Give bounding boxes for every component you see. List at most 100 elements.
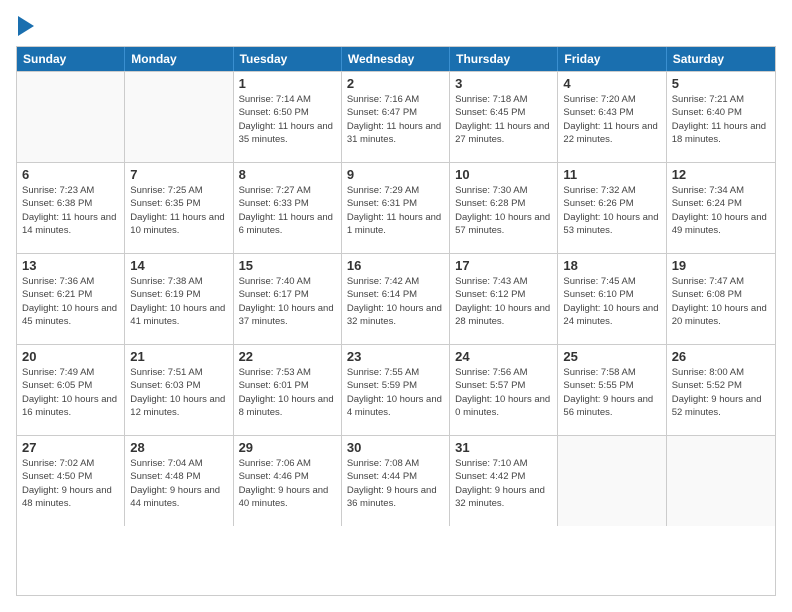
day-info: Sunrise: 7:42 AMSunset: 6:14 PMDaylight:…	[347, 275, 444, 328]
cal-week-2: 6 Sunrise: 7:23 AMSunset: 6:38 PMDaylight…	[17, 162, 775, 253]
cal-cell: 5 Sunrise: 7:21 AMSunset: 6:40 PMDaylight…	[667, 72, 775, 162]
day-info: Sunrise: 7:36 AMSunset: 6:21 PMDaylight:…	[22, 275, 119, 328]
day-number: 27	[22, 440, 119, 455]
day-number: 24	[455, 349, 552, 364]
day-number: 29	[239, 440, 336, 455]
day-number: 17	[455, 258, 552, 273]
day-info: Sunrise: 7:32 AMSunset: 6:26 PMDaylight:…	[563, 184, 660, 237]
day-info: Sunrise: 7:10 AMSunset: 4:42 PMDaylight:…	[455, 457, 552, 510]
day-info: Sunrise: 7:56 AMSunset: 5:57 PMDaylight:…	[455, 366, 552, 419]
cal-header-saturday: Saturday	[667, 47, 775, 71]
day-number: 3	[455, 76, 552, 91]
day-number: 25	[563, 349, 660, 364]
cal-cell: 1Sunrise: 7:14 AMSunset: 6:50 PMDaylight…	[234, 72, 342, 162]
day-number: 14	[130, 258, 227, 273]
day-info: Sunrise: 7:55 AMSunset: 5:59 PMDaylight:…	[347, 366, 444, 419]
day-number: 31	[455, 440, 552, 455]
cal-cell: 10 Sunrise: 7:30 AMSunset: 6:28 PMDayligh…	[450, 163, 558, 253]
day-info: Sunrise: 7:30 AMSunset: 6:28 PMDaylight:…	[455, 184, 552, 237]
cal-cell: 16Sunrise: 7:42 AMSunset: 6:14 PMDayligh…	[342, 254, 450, 344]
cal-cell: 3Sunrise: 7:18 AMSunset: 6:45 PMDaylight…	[450, 72, 558, 162]
day-info: Sunrise: 7:51 AMSunset: 6:03 PMDaylight:…	[130, 366, 227, 419]
day-info: Sunrise: 7:21 AMSunset: 6:40 PMDaylight:…	[672, 93, 770, 146]
cal-cell: 26 Sunrise: 8:00 AMSunset: 5:52 PMDayligh…	[667, 345, 775, 435]
cal-cell: 2 Sunrise: 7:16 AMSunset: 6:47 PMDaylight…	[342, 72, 450, 162]
cal-cell: 24 Sunrise: 7:56 AMSunset: 5:57 PMDayligh…	[450, 345, 558, 435]
cal-cell: 6 Sunrise: 7:23 AMSunset: 6:38 PMDaylight…	[17, 163, 125, 253]
day-info: Sunrise: 7:20 AMSunset: 6:43 PMDaylight:…	[563, 93, 660, 146]
day-number: 6	[22, 167, 119, 182]
day-number: 30	[347, 440, 444, 455]
calendar: SundayMondayTuesdayWednesdayThursdayFrid…	[16, 46, 776, 596]
cal-cell	[558, 436, 666, 526]
cal-cell: 31 Sunrise: 7:10 AMSunset: 4:42 PMDayligh…	[450, 436, 558, 526]
cal-cell: 23 Sunrise: 7:55 AMSunset: 5:59 PMDayligh…	[342, 345, 450, 435]
cal-cell: 30 Sunrise: 7:08 AMSunset: 4:44 PMDayligh…	[342, 436, 450, 526]
day-info: Sunrise: 7:43 AMSunset: 6:12 PMDaylight:…	[455, 275, 552, 328]
day-info: Sunrise: 8:00 AMSunset: 5:52 PMDaylight:…	[672, 366, 770, 419]
day-number: 8	[239, 167, 336, 182]
calendar-body: 1Sunrise: 7:14 AMSunset: 6:50 PMDaylight…	[17, 71, 775, 526]
day-number: 22	[239, 349, 336, 364]
day-number: 18	[563, 258, 660, 273]
cal-header-wednesday: Wednesday	[342, 47, 450, 71]
cal-cell: 11 Sunrise: 7:32 AMSunset: 6:26 PMDayligh…	[558, 163, 666, 253]
day-info: Sunrise: 7:40 AMSunset: 6:17 PMDaylight:…	[239, 275, 336, 328]
cal-cell	[125, 72, 233, 162]
day-info: Sunrise: 7:58 AMSunset: 5:55 PMDaylight:…	[563, 366, 660, 419]
day-number: 5	[672, 76, 770, 91]
header	[16, 16, 776, 36]
cal-cell	[17, 72, 125, 162]
cal-week-3: 13 Sunrise: 7:36 AMSunset: 6:21 PMDayligh…	[17, 253, 775, 344]
page: SundayMondayTuesdayWednesdayThursdayFrid…	[0, 0, 792, 612]
cal-cell: 21 Sunrise: 7:51 AMSunset: 6:03 PMDayligh…	[125, 345, 233, 435]
cal-cell: 20Sunrise: 7:49 AMSunset: 6:05 PMDayligh…	[17, 345, 125, 435]
cal-header-thursday: Thursday	[450, 47, 558, 71]
day-number: 10	[455, 167, 552, 182]
day-info: Sunrise: 7:04 AMSunset: 4:48 PMDaylight:…	[130, 457, 227, 510]
cal-cell: 25 Sunrise: 7:58 AMSunset: 5:55 PMDayligh…	[558, 345, 666, 435]
day-info: Sunrise: 7:47 AMSunset: 6:08 PMDaylight:…	[672, 275, 770, 328]
day-info: Sunrise: 7:23 AMSunset: 6:38 PMDaylight:…	[22, 184, 119, 237]
cal-header-friday: Friday	[558, 47, 666, 71]
cal-cell: 7Sunrise: 7:25 AMSunset: 6:35 PMDaylight…	[125, 163, 233, 253]
day-number: 21	[130, 349, 227, 364]
cal-cell: 22 Sunrise: 7:53 AMSunset: 6:01 PMDayligh…	[234, 345, 342, 435]
cal-header-sunday: Sunday	[17, 47, 125, 71]
day-info: Sunrise: 7:27 AMSunset: 6:33 PMDaylight:…	[239, 184, 336, 237]
day-info: Sunrise: 7:38 AMSunset: 6:19 PMDaylight:…	[130, 275, 227, 328]
cal-cell: 27 Sunrise: 7:02 AMSunset: 4:50 PMDayligh…	[17, 436, 125, 526]
day-number: 2	[347, 76, 444, 91]
calendar-header-row: SundayMondayTuesdayWednesdayThursdayFrid…	[17, 47, 775, 71]
cal-cell: 28 Sunrise: 7:04 AMSunset: 4:48 PMDayligh…	[125, 436, 233, 526]
cal-cell: 13 Sunrise: 7:36 AMSunset: 6:21 PMDayligh…	[17, 254, 125, 344]
day-info: Sunrise: 7:08 AMSunset: 4:44 PMDaylight:…	[347, 457, 444, 510]
logo	[16, 16, 34, 36]
cal-cell: 15Sunrise: 7:40 AMSunset: 6:17 PMDayligh…	[234, 254, 342, 344]
cal-cell: 29Sunrise: 7:06 AMSunset: 4:46 PMDayligh…	[234, 436, 342, 526]
day-number: 19	[672, 258, 770, 273]
day-info: Sunrise: 7:02 AMSunset: 4:50 PMDaylight:…	[22, 457, 119, 510]
cal-cell: 9Sunrise: 7:29 AMSunset: 6:31 PMDaylight…	[342, 163, 450, 253]
cal-week-5: 27 Sunrise: 7:02 AMSunset: 4:50 PMDayligh…	[17, 435, 775, 526]
day-info: Sunrise: 7:45 AMSunset: 6:10 PMDaylight:…	[563, 275, 660, 328]
day-number: 12	[672, 167, 770, 182]
cal-cell: 12 Sunrise: 7:34 AMSunset: 6:24 PMDayligh…	[667, 163, 775, 253]
day-number: 26	[672, 349, 770, 364]
day-number: 11	[563, 167, 660, 182]
day-number: 4	[563, 76, 660, 91]
day-info: Sunrise: 7:16 AMSunset: 6:47 PMDaylight:…	[347, 93, 444, 146]
day-info: Sunrise: 7:49 AMSunset: 6:05 PMDaylight:…	[22, 366, 119, 419]
cal-cell: 19 Sunrise: 7:47 AMSunset: 6:08 PMDayligh…	[667, 254, 775, 344]
cal-cell: 18 Sunrise: 7:45 AMSunset: 6:10 PMDayligh…	[558, 254, 666, 344]
day-info: Sunrise: 7:29 AMSunset: 6:31 PMDaylight:…	[347, 184, 444, 237]
day-number: 28	[130, 440, 227, 455]
logo-arrow-icon	[18, 16, 34, 36]
day-info: Sunrise: 7:53 AMSunset: 6:01 PMDaylight:…	[239, 366, 336, 419]
cal-cell	[667, 436, 775, 526]
cal-cell: 4 Sunrise: 7:20 AMSunset: 6:43 PMDaylight…	[558, 72, 666, 162]
day-number: 23	[347, 349, 444, 364]
day-number: 13	[22, 258, 119, 273]
cal-cell: 17 Sunrise: 7:43 AMSunset: 6:12 PMDayligh…	[450, 254, 558, 344]
day-info: Sunrise: 7:34 AMSunset: 6:24 PMDaylight:…	[672, 184, 770, 237]
